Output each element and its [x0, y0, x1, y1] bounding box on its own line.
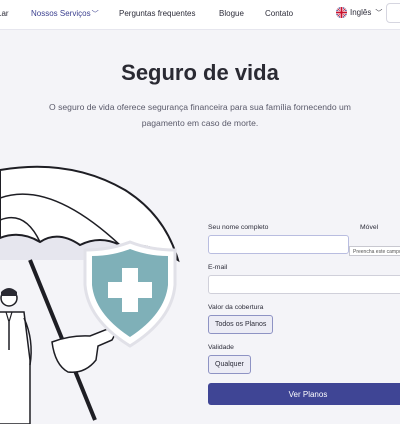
nav-item-contact[interactable]: Contato	[265, 9, 293, 18]
uk-flag-icon	[336, 7, 347, 18]
nav-item-blog[interactable]: Blogue	[219, 9, 244, 18]
validity-label: Validade	[208, 344, 234, 351]
umbrella-illustration	[0, 150, 205, 424]
chevron-down-icon: ﹀	[91, 11, 99, 18]
name-label: Seu nome completo	[208, 224, 269, 231]
view-plans-button[interactable]: Ver Planos	[208, 383, 400, 405]
validation-tooltip: Preencha este campo.	[349, 246, 400, 256]
language-selector[interactable]: Inglês ﹀	[336, 7, 382, 18]
validity-select[interactable]: Qualquer	[208, 355, 251, 374]
page-subtitle: O seguro de vida oferece segurança finan…	[49, 102, 351, 128]
nav-action-button[interactable]	[386, 3, 400, 23]
email-input[interactable]	[208, 275, 400, 294]
page-title: Seguro de vida	[121, 60, 279, 85]
mobile-label: Móvel	[360, 224, 379, 231]
nav-item-home[interactable]: Lar	[0, 9, 9, 18]
top-navbar: Lar Nossos Serviços﹀ Perguntas frequente…	[0, 0, 400, 30]
nav-item-services[interactable]: Nossos Serviços﹀	[31, 9, 99, 19]
nav-item-faq[interactable]: Perguntas frequentes	[119, 9, 196, 18]
coverage-select[interactable]: Todos os Planos	[208, 315, 274, 334]
language-label: Inglês	[350, 8, 372, 17]
coverage-label: Valor da cobertura	[208, 304, 264, 311]
nav-item-services-label: Nossos Serviços	[31, 9, 91, 18]
name-input[interactable]	[208, 235, 349, 254]
email-label: E-mail	[208, 264, 228, 271]
chevron-down-icon: ﹀	[375, 9, 383, 17]
